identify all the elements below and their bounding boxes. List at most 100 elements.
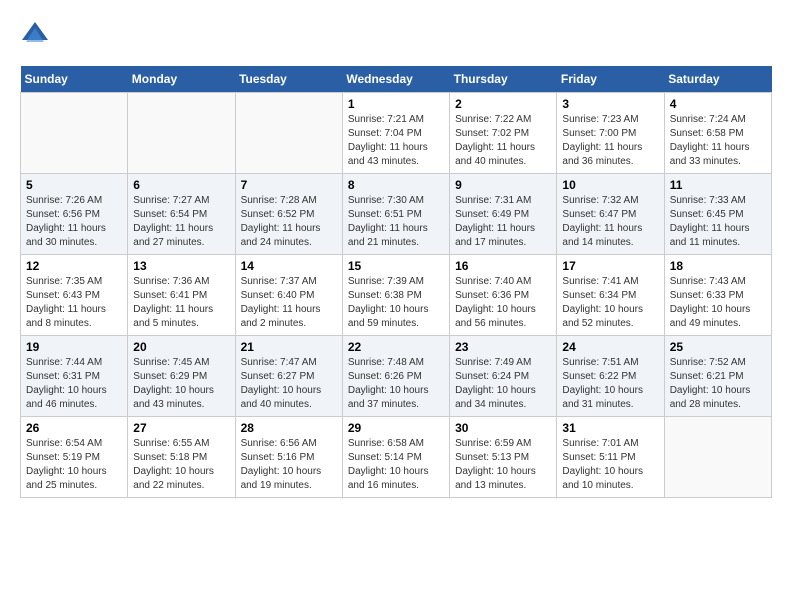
- day-info: Sunrise: 7:52 AM Sunset: 6:21 PM Dayligh…: [670, 356, 766, 412]
- day-info: Sunrise: 7:30 AM Sunset: 6:51 PM Dayligh…: [348, 194, 444, 250]
- day-number: 14: [241, 259, 337, 273]
- day-info: Sunrise: 7:26 AM Sunset: 6:56 PM Dayligh…: [26, 194, 122, 250]
- calendar-cell: 26 Sunrise: 6:54 AM Sunset: 5:19 PM Dayli…: [21, 417, 128, 498]
- day-info: Sunrise: 7:31 AM Sunset: 6:49 PM Dayligh…: [455, 194, 551, 250]
- day-number: 19: [26, 340, 122, 354]
- day-of-week-header: Friday: [557, 66, 664, 93]
- day-number: 18: [670, 259, 766, 273]
- day-info: Sunrise: 7:21 AM Sunset: 7:04 PM Dayligh…: [348, 113, 444, 169]
- day-number: 13: [133, 259, 229, 273]
- day-number: 8: [348, 178, 444, 192]
- calendar-cell: [128, 93, 235, 174]
- day-info: Sunrise: 7:23 AM Sunset: 7:00 PM Dayligh…: [562, 113, 658, 169]
- day-number: 21: [241, 340, 337, 354]
- calendar-header-row: SundayMondayTuesdayWednesdayThursdayFrid…: [21, 66, 772, 93]
- day-number: 26: [26, 421, 122, 435]
- calendar-cell: 11 Sunrise: 7:33 AM Sunset: 6:45 PM Dayli…: [664, 174, 771, 255]
- calendar-cell: 8 Sunrise: 7:30 AM Sunset: 6:51 PM Daylig…: [342, 174, 449, 255]
- calendar-cell: 4 Sunrise: 7:24 AM Sunset: 6:58 PM Daylig…: [664, 93, 771, 174]
- calendar-table: SundayMondayTuesdayWednesdayThursdayFrid…: [20, 66, 772, 498]
- calendar-cell: 1 Sunrise: 7:21 AM Sunset: 7:04 PM Daylig…: [342, 93, 449, 174]
- day-info: Sunrise: 7:22 AM Sunset: 7:02 PM Dayligh…: [455, 113, 551, 169]
- calendar-cell: 22 Sunrise: 7:48 AM Sunset: 6:26 PM Dayli…: [342, 336, 449, 417]
- calendar-cell: [664, 417, 771, 498]
- calendar-cell: 13 Sunrise: 7:36 AM Sunset: 6:41 PM Dayli…: [128, 255, 235, 336]
- calendar-cell: 23 Sunrise: 7:49 AM Sunset: 6:24 PM Dayli…: [450, 336, 557, 417]
- day-of-week-header: Wednesday: [342, 66, 449, 93]
- day-number: 1: [348, 97, 444, 111]
- day-info: Sunrise: 7:44 AM Sunset: 6:31 PM Dayligh…: [26, 356, 122, 412]
- logo-icon: [20, 20, 50, 50]
- calendar-cell: 7Sunrise: 7:28 AM Sunset: 6:52 PM Daylig…: [235, 174, 342, 255]
- day-number: 23: [455, 340, 551, 354]
- day-number: 11: [670, 178, 766, 192]
- day-info: Sunrise: 7:32 AM Sunset: 6:47 PM Dayligh…: [562, 194, 658, 250]
- calendar-cell: 29Sunrise: 6:58 AM Sunset: 5:14 PM Dayli…: [342, 417, 449, 498]
- logo: [20, 20, 56, 50]
- calendar-cell: 6 Sunrise: 7:27 AM Sunset: 6:54 PM Daylig…: [128, 174, 235, 255]
- calendar-cell: [235, 93, 342, 174]
- day-of-week-header: Monday: [128, 66, 235, 93]
- day-number: 30: [455, 421, 551, 435]
- day-info: Sunrise: 7:48 AM Sunset: 6:26 PM Dayligh…: [348, 356, 444, 412]
- calendar-cell: 9 Sunrise: 7:31 AM Sunset: 6:49 PM Daylig…: [450, 174, 557, 255]
- calendar-week-row: 1 Sunrise: 7:21 AM Sunset: 7:04 PM Daylig…: [21, 93, 772, 174]
- day-number: 17: [562, 259, 658, 273]
- calendar-cell: 20 Sunrise: 7:45 AM Sunset: 6:29 PM Dayli…: [128, 336, 235, 417]
- day-info: Sunrise: 7:41 AM Sunset: 6:34 PM Dayligh…: [562, 275, 658, 331]
- day-info: Sunrise: 7:36 AM Sunset: 6:41 PM Dayligh…: [133, 275, 229, 331]
- calendar-cell: 30Sunrise: 6:59 AM Sunset: 5:13 PM Dayli…: [450, 417, 557, 498]
- day-of-week-header: Sunday: [21, 66, 128, 93]
- day-number: 20: [133, 340, 229, 354]
- calendar-cell: 18 Sunrise: 7:43 AM Sunset: 6:33 PM Dayli…: [664, 255, 771, 336]
- calendar-week-row: 12 Sunrise: 7:35 AM Sunset: 6:43 PM Dayli…: [21, 255, 772, 336]
- day-info: Sunrise: 7:27 AM Sunset: 6:54 PM Dayligh…: [133, 194, 229, 250]
- calendar-week-row: 5 Sunrise: 7:26 AM Sunset: 6:56 PM Daylig…: [21, 174, 772, 255]
- day-number: 5: [26, 178, 122, 192]
- day-number: 31: [562, 421, 658, 435]
- day-number: 25: [670, 340, 766, 354]
- day-number: 9: [455, 178, 551, 192]
- day-info: Sunrise: 7:45 AM Sunset: 6:29 PM Dayligh…: [133, 356, 229, 412]
- day-info: Sunrise: 6:54 AM Sunset: 5:19 PM Dayligh…: [26, 437, 122, 493]
- day-info: Sunrise: 7:01 AM Sunset: 5:11 PM Dayligh…: [562, 437, 658, 493]
- day-number: 29: [348, 421, 444, 435]
- day-info: Sunrise: 7:37 AM Sunset: 6:40 PM Dayligh…: [241, 275, 337, 331]
- calendar-cell: 16 Sunrise: 7:40 AM Sunset: 6:36 PM Dayli…: [450, 255, 557, 336]
- day-info: Sunrise: 6:55 AM Sunset: 5:18 PM Dayligh…: [133, 437, 229, 493]
- day-number: 6: [133, 178, 229, 192]
- day-info: Sunrise: 7:40 AM Sunset: 6:36 PM Dayligh…: [455, 275, 551, 331]
- day-number: 12: [26, 259, 122, 273]
- calendar-cell: [21, 93, 128, 174]
- day-number: 27: [133, 421, 229, 435]
- day-of-week-header: Tuesday: [235, 66, 342, 93]
- calendar-week-row: 26 Sunrise: 6:54 AM Sunset: 5:19 PM Dayli…: [21, 417, 772, 498]
- day-info: Sunrise: 7:49 AM Sunset: 6:24 PM Dayligh…: [455, 356, 551, 412]
- day-info: Sunrise: 7:43 AM Sunset: 6:33 PM Dayligh…: [670, 275, 766, 331]
- day-number: 15: [348, 259, 444, 273]
- calendar-cell: 19 Sunrise: 7:44 AM Sunset: 6:31 PM Dayli…: [21, 336, 128, 417]
- calendar-cell: 25 Sunrise: 7:52 AM Sunset: 6:21 PM Dayli…: [664, 336, 771, 417]
- day-info: Sunrise: 7:33 AM Sunset: 6:45 PM Dayligh…: [670, 194, 766, 250]
- calendar-cell: 3Sunrise: 7:23 AM Sunset: 7:00 PM Daylig…: [557, 93, 664, 174]
- calendar-cell: 15Sunrise: 7:39 AM Sunset: 6:38 PM Dayli…: [342, 255, 449, 336]
- calendar-cell: 21 Sunrise: 7:47 AM Sunset: 6:27 PM Dayli…: [235, 336, 342, 417]
- day-number: 24: [562, 340, 658, 354]
- day-of-week-header: Saturday: [664, 66, 771, 93]
- day-info: Sunrise: 7:24 AM Sunset: 6:58 PM Dayligh…: [670, 113, 766, 169]
- day-number: 22: [348, 340, 444, 354]
- calendar-cell: 17 Sunrise: 7:41 AM Sunset: 6:34 PM Dayli…: [557, 255, 664, 336]
- day-number: 16: [455, 259, 551, 273]
- day-info: Sunrise: 7:35 AM Sunset: 6:43 PM Dayligh…: [26, 275, 122, 331]
- calendar-cell: 31 Sunrise: 7:01 AM Sunset: 5:11 PM Dayli…: [557, 417, 664, 498]
- day-info: Sunrise: 6:56 AM Sunset: 5:16 PM Dayligh…: [241, 437, 337, 493]
- day-number: 28: [241, 421, 337, 435]
- calendar-cell: 5 Sunrise: 7:26 AM Sunset: 6:56 PM Daylig…: [21, 174, 128, 255]
- day-of-week-header: Thursday: [450, 66, 557, 93]
- calendar-week-row: 19 Sunrise: 7:44 AM Sunset: 6:31 PM Dayli…: [21, 336, 772, 417]
- day-number: 2: [455, 97, 551, 111]
- day-info: Sunrise: 7:47 AM Sunset: 6:27 PM Dayligh…: [241, 356, 337, 412]
- day-info: Sunrise: 7:28 AM Sunset: 6:52 PM Dayligh…: [241, 194, 337, 250]
- calendar-cell: 24Sunrise: 7:51 AM Sunset: 6:22 PM Dayli…: [557, 336, 664, 417]
- day-number: 4: [670, 97, 766, 111]
